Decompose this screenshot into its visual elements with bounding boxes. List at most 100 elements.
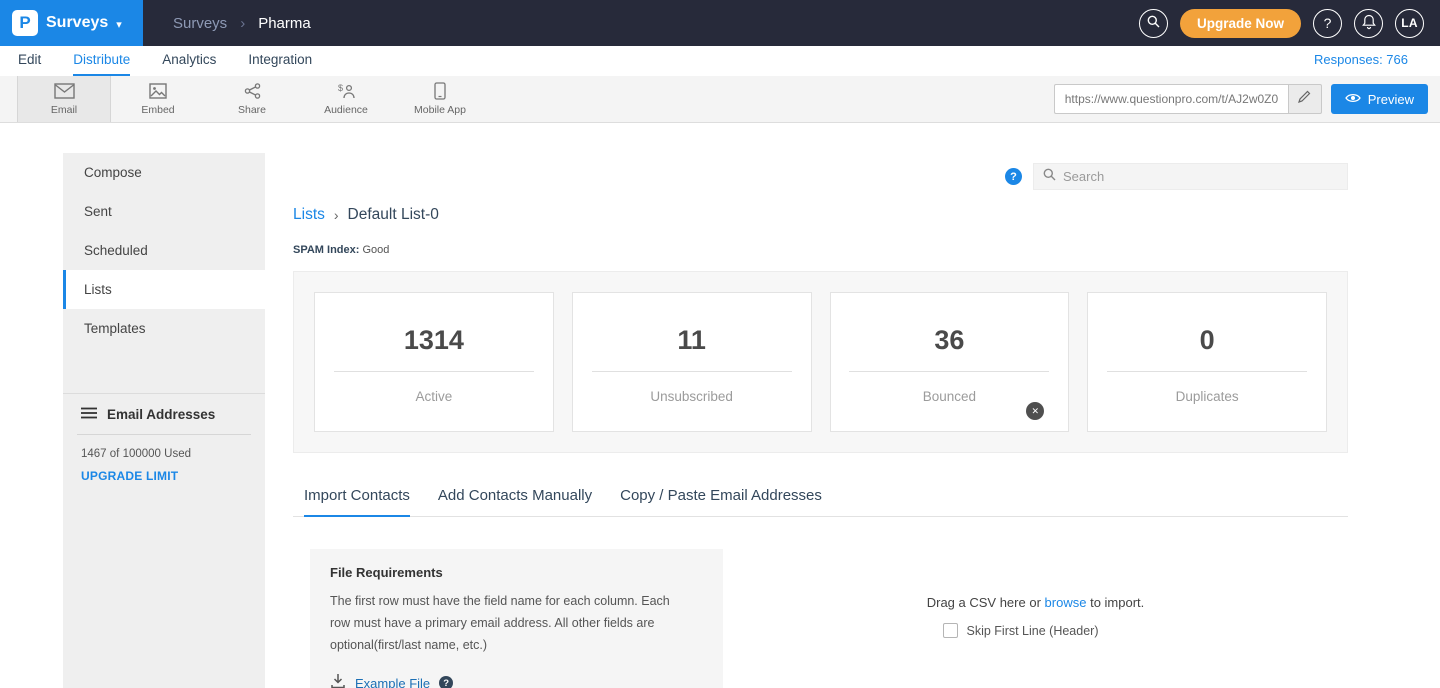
search-icon [1147,15,1160,31]
tab-copy-paste-email-addresses[interactable]: Copy / Paste Email Addresses [620,487,822,517]
stat-card-unsubscribed: 11 Unsubscribed [572,292,812,432]
notifications-button[interactable] [1354,9,1383,38]
breadcrumb-separator-icon: › [240,15,245,32]
toolbar-item-label: Share [238,104,266,116]
tab-distribute[interactable]: Distribute [73,46,130,76]
top-navbar: P Surveys ▾ Surveys › Pharma Upgrade Now… [0,0,1440,46]
survey-url-input[interactable] [1054,84,1288,114]
sidebar-item-sent[interactable]: Sent [63,192,265,231]
survey-url-group [1054,84,1322,114]
help-button[interactable]: ? [1313,9,1342,38]
sidebar-item-compose[interactable]: Compose [63,153,265,192]
product-switcher[interactable]: P Surveys ▾ [0,0,143,46]
contacts-search-box [1033,163,1348,190]
preview-button[interactable]: Preview [1331,84,1428,114]
spam-index-label: SPAM Index: [293,244,359,256]
topnav-actions: Upgrade Now ? LA [1139,9,1440,38]
contact-tabs: Import Contacts Add Contacts Manually Co… [293,487,1348,517]
main-top-bar: ? [293,163,1348,190]
product-name: Surveys [46,14,108,32]
sidebar-divider [77,434,251,435]
avatar[interactable]: LA [1395,9,1424,38]
stat-value: 36 [934,325,964,356]
mobile-app-icon [434,82,446,100]
help-icon[interactable]: ? [1005,168,1022,185]
questionpro-logo-icon: P [12,10,38,36]
sidebar-item-templates[interactable]: Templates [63,309,265,348]
download-icon [330,673,346,688]
stat-card-duplicates: 0 Duplicates [1087,292,1327,432]
audience-icon: $ [336,82,356,100]
stat-divider [849,371,1049,372]
stat-divider [592,371,792,372]
toolbar-item-label: Embed [141,104,174,116]
breadcrumb-survey-name: Pharma [258,15,311,32]
stat-value: 0 [1200,325,1215,356]
tab-integration[interactable]: Integration [248,46,312,76]
lists-main-panel: ? Lists › Default List-0 SPAM Index: Goo… [265,153,1378,688]
search-icon [1043,168,1056,186]
email-addresses-header: Email Addresses [63,394,265,434]
toolbar-item-mobile-app[interactable]: Mobile App [393,76,487,122]
toolbar-item-email[interactable]: Email [17,76,111,122]
toolbar-item-audience[interactable]: $ Audience [299,76,393,122]
stat-label: Unsubscribed [650,389,733,404]
clear-bounced-icon[interactable]: ✕ [1026,402,1044,420]
dropzone-text-before: Drag a CSV here or [927,595,1041,610]
dropzone-text: Drag a CSV here or browse to import. [927,595,1145,610]
breadcrumb-surveys-link[interactable]: Surveys [173,15,227,32]
stat-value: 11 [677,325,706,356]
search-input[interactable] [1063,169,1338,184]
stat-divider [334,371,534,372]
stat-card-bounced: 36 Bounced ✕ [830,292,1070,432]
tab-import-contacts[interactable]: Import Contacts [304,487,410,517]
edit-url-button[interactable] [1288,84,1322,114]
distribute-toolbar: Email Embed Share $ Audience Mobile App [0,76,1440,123]
bell-icon [1362,14,1376,33]
csv-dropzone[interactable]: Drag a CSV here or browse to import. Ski… [723,595,1348,688]
stat-label: Bounced [923,389,976,404]
survey-section-nav: Edit Distribute Analytics Integration Re… [0,46,1440,76]
stat-label: Duplicates [1176,389,1239,404]
toolbar-item-share[interactable]: Share [205,76,299,122]
stat-label: Active [415,389,452,404]
stat-card-active: 1314 Active [314,292,554,432]
upgrade-limit-link[interactable]: UPGRADE LIMIT [81,469,247,483]
upgrade-now-button[interactable]: Upgrade Now [1180,9,1301,38]
content-area: Compose Sent Scheduled Lists Templates E… [0,123,1440,688]
file-requirements-box: File Requirements The first row must hav… [310,549,723,688]
breadcrumb-separator-icon: › [334,207,339,223]
example-file-link[interactable]: Example File [355,676,430,688]
stat-value: 1314 [404,325,464,356]
file-requirements-body: The first row must have the field name f… [330,591,692,657]
breadcrumb-lists-link[interactable]: Lists [293,206,325,224]
responses-count[interactable]: Responses: 766 [1314,46,1422,76]
tab-edit[interactable]: Edit [18,46,41,76]
toolbar-item-embed[interactable]: Embed [111,76,205,122]
skip-first-line-checkbox[interactable] [943,623,958,638]
stat-divider [1107,371,1307,372]
eye-icon [1345,92,1361,107]
email-icon [54,82,75,100]
breadcrumb: Surveys › Pharma [173,15,311,32]
question-mark-icon: ? [1324,15,1332,31]
search-button[interactable] [1139,9,1168,38]
pencil-icon [1298,90,1311,108]
email-usage-text: 1467 of 100000 Used [81,448,247,460]
list-breadcrumb: Lists › Default List-0 [293,206,1348,224]
list-menu-icon [81,407,97,422]
svg-text:$: $ [338,83,343,93]
share-icon [244,82,261,100]
tab-analytics[interactable]: Analytics [162,46,216,76]
toolbar-right: Preview [1054,76,1440,122]
example-file-help-icon[interactable]: ? [439,676,453,688]
sidebar-item-scheduled[interactable]: Scheduled [63,231,265,270]
browse-link[interactable]: browse [1045,595,1087,610]
spam-index-row: SPAM Index: Good [293,244,1348,256]
sidebar-item-lists[interactable]: Lists [63,270,265,309]
preview-label: Preview [1368,92,1414,107]
tab-add-contacts-manually[interactable]: Add Contacts Manually [438,487,592,517]
email-sidebar: Compose Sent Scheduled Lists Templates E… [63,153,265,688]
email-addresses-label: Email Addresses [107,407,215,422]
breadcrumb-current-list: Default List-0 [348,206,439,224]
